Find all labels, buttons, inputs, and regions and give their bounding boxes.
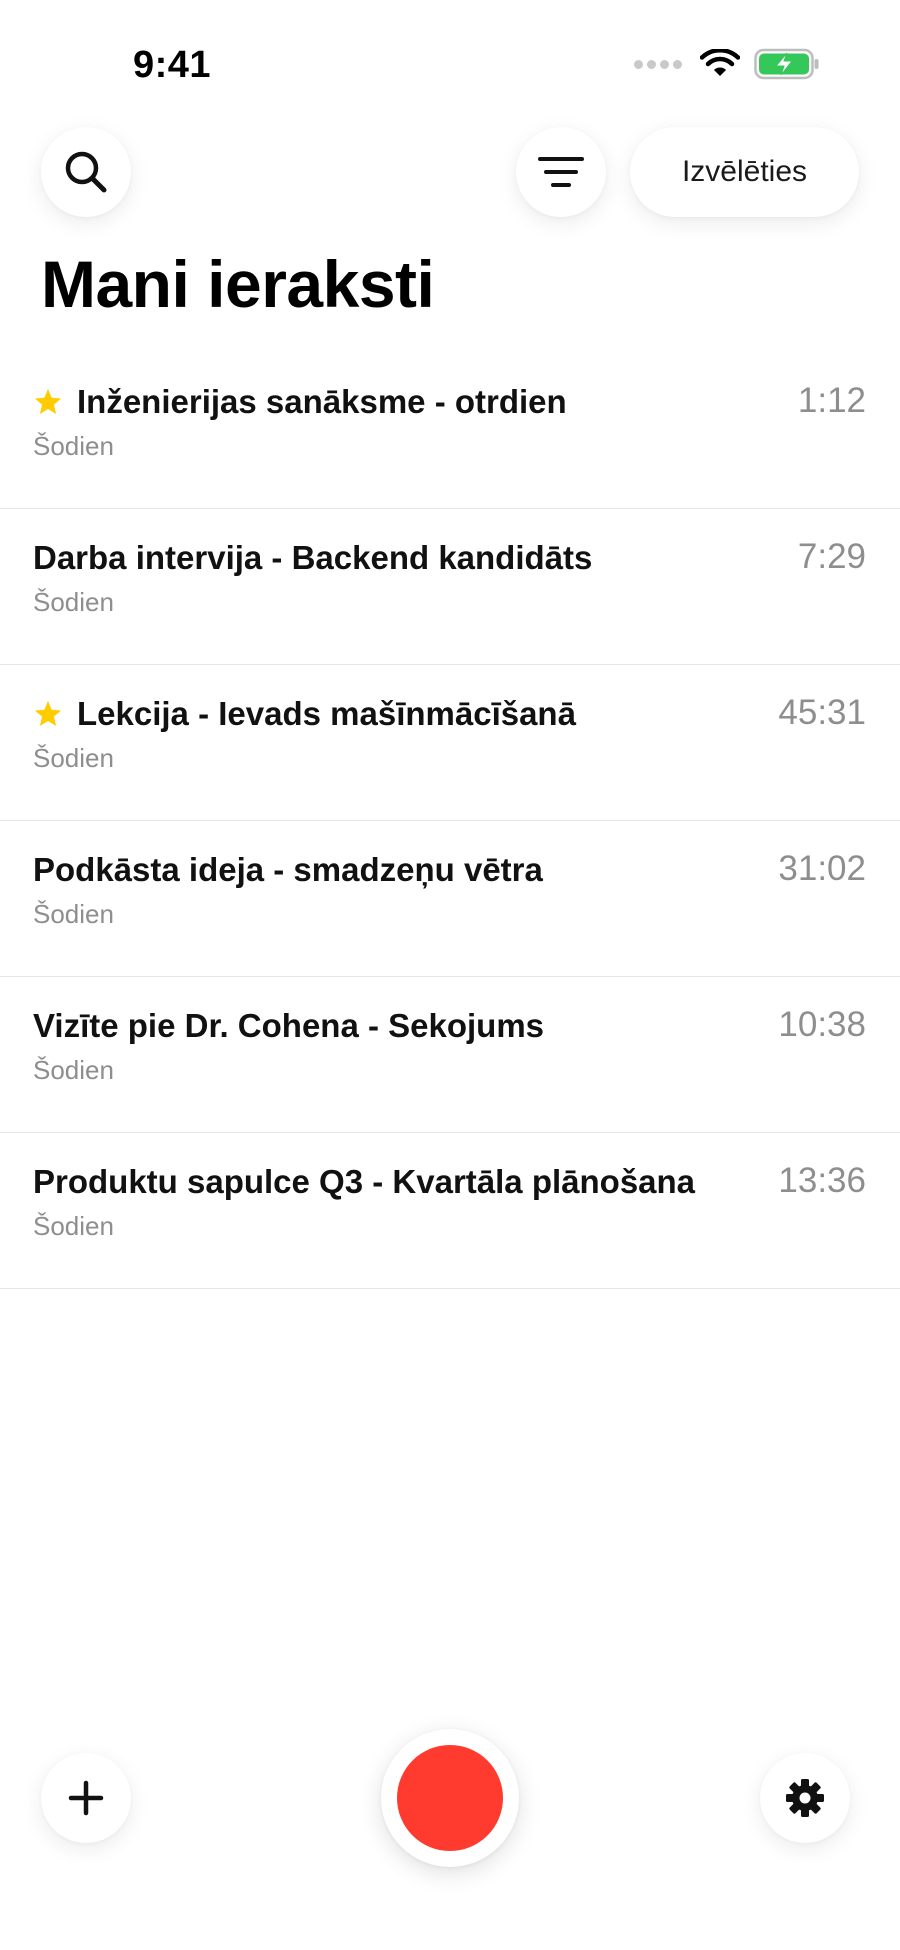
recording-title-row: Podkāsta ideja - smadzeņu vētra bbox=[33, 851, 740, 889]
plus-icon bbox=[68, 1780, 104, 1816]
recording-date: Šodien bbox=[33, 587, 114, 617]
recording-duration: 1:12 bbox=[797, 381, 866, 420]
settings-button[interactable] bbox=[760, 1753, 850, 1843]
recording-title-row: Produktu sapulce Q3 - Kvartāla plānošana bbox=[33, 1163, 740, 1201]
recording-title: Produktu sapulce Q3 - Kvartāla plānošana bbox=[33, 1163, 696, 1200]
recording-title-row: Inženierijas sanāksme - otrdien bbox=[33, 383, 740, 421]
list-item[interactable]: Darba intervija - Backend kandidāts Šodi… bbox=[0, 509, 900, 665]
recording-date: Šodien bbox=[33, 899, 114, 929]
recording-title: Lekcija - Ievads mašīnmācīšanā bbox=[77, 695, 576, 732]
screen: 9:41 Izvēlēties Mani ieraksti Inženierij… bbox=[0, 0, 900, 1950]
recordings-list: Inženierijas sanāksme - otrdien Šodien 1… bbox=[0, 353, 900, 1289]
record-icon bbox=[397, 1745, 503, 1851]
recording-date: Šodien bbox=[33, 431, 114, 461]
list-item[interactable]: Podkāsta ideja - smadzeņu vētra Šodien 3… bbox=[0, 821, 900, 977]
recording-duration: 7:29 bbox=[797, 537, 866, 576]
recording-date: Šodien bbox=[33, 743, 114, 773]
status-icons bbox=[634, 46, 820, 82]
recording-date: Šodien bbox=[33, 1055, 114, 1085]
recording-title: Darba intervija - Backend kandidāts bbox=[33, 539, 593, 576]
recording-date: Šodien bbox=[33, 1211, 114, 1241]
recording-title: Vizīte pie Dr. Cohena - Sekojums bbox=[33, 1007, 545, 1044]
list-item[interactable]: Vizīte pie Dr. Cohena - Sekojums Šodien … bbox=[0, 977, 900, 1133]
search-button[interactable] bbox=[41, 127, 131, 217]
recording-duration: 31:02 bbox=[778, 849, 866, 888]
status-time: 9:41 bbox=[133, 44, 212, 86]
star-icon bbox=[34, 700, 62, 726]
wifi-icon bbox=[700, 49, 740, 76]
list-item[interactable]: Inženierijas sanāksme - otrdien Šodien 1… bbox=[0, 353, 900, 509]
signal-icon bbox=[634, 59, 682, 69]
search-icon bbox=[65, 151, 107, 193]
page-title: Mani ieraksti bbox=[41, 247, 435, 321]
battery-charging-icon bbox=[754, 48, 819, 80]
select-button[interactable]: Izvēlēties bbox=[630, 127, 859, 217]
record-button[interactable] bbox=[381, 1729, 519, 1867]
recording-title: Podkāsta ideja - smadzeņu vētra bbox=[33, 851, 543, 888]
recording-title-row: Vizīte pie Dr. Cohena - Sekojums bbox=[33, 1007, 740, 1045]
recording-duration: 45:31 bbox=[778, 693, 866, 732]
recording-title: Inženierijas sanāksme - otrdien bbox=[77, 383, 567, 420]
add-button[interactable] bbox=[41, 1753, 131, 1843]
gear-icon bbox=[786, 1779, 824, 1817]
recording-duration: 13:36 bbox=[778, 1161, 866, 1200]
filter-button[interactable] bbox=[516, 127, 606, 217]
recording-duration: 10:38 bbox=[778, 1005, 866, 1044]
recording-title-row: Darba intervija - Backend kandidāts bbox=[33, 539, 740, 577]
list-item[interactable]: Lekcija - Ievads mašīnmācīšanā Šodien 45… bbox=[0, 665, 900, 821]
recording-title-row: Lekcija - Ievads mašīnmācīšanā bbox=[33, 695, 740, 733]
list-item[interactable]: Produktu sapulce Q3 - Kvartāla plānošana… bbox=[0, 1133, 900, 1289]
star-icon bbox=[34, 388, 62, 414]
sort-filter-icon bbox=[538, 157, 584, 187]
